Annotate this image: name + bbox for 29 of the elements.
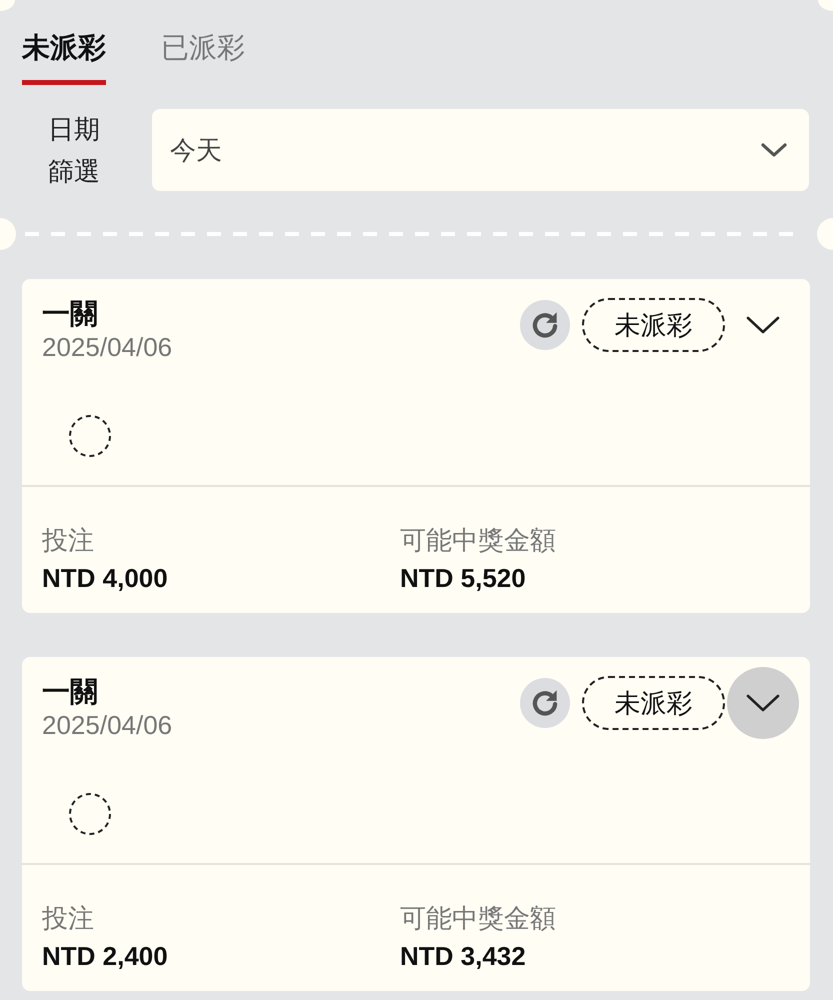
payout-amount: NTD 3,432: [400, 940, 527, 973]
stake-amount: NTD 4,000: [42, 562, 169, 595]
tab[interactable]: 已派彩: [161, 28, 245, 85]
tab[interactable]: 未派彩: [22, 28, 106, 85]
date-filter-label: 日期篩選: [47, 113, 101, 188]
date-select[interactable]: 今天: [152, 109, 809, 191]
refresh-button[interactable]: [520, 300, 570, 350]
dashed-circle-icon: [68, 414, 112, 458]
payout-label: 可能中獎金額: [400, 902, 557, 935]
stake-label: 投注: [42, 902, 95, 935]
stake-amount: NTD 2,400: [42, 940, 169, 973]
refresh-button[interactable]: [520, 678, 570, 728]
bet-title: 一關: [42, 297, 99, 331]
ticket-notch: [0, 218, 16, 250]
ticket-notch: [0, 0, 15, 11]
status-tag: 未派彩: [582, 298, 725, 352]
bet-date: 2025/04/06: [42, 709, 174, 741]
payout-amount: NTD 5,520: [400, 562, 527, 595]
stake-label: 投注: [42, 524, 95, 557]
status-tag: 未派彩: [582, 676, 725, 730]
chevron-down-icon: [746, 694, 780, 712]
chevron-down-icon: [761, 143, 787, 157]
ticket-notch: [818, 0, 833, 11]
chevron-down-icon: [746, 316, 780, 334]
ticket-notch: [817, 218, 833, 250]
payout-label: 可能中獎金額: [400, 524, 557, 557]
dashed-circle-icon: [68, 792, 112, 836]
bet-title: 一關: [42, 675, 99, 709]
bet-date: 2025/04/06: [42, 331, 174, 363]
